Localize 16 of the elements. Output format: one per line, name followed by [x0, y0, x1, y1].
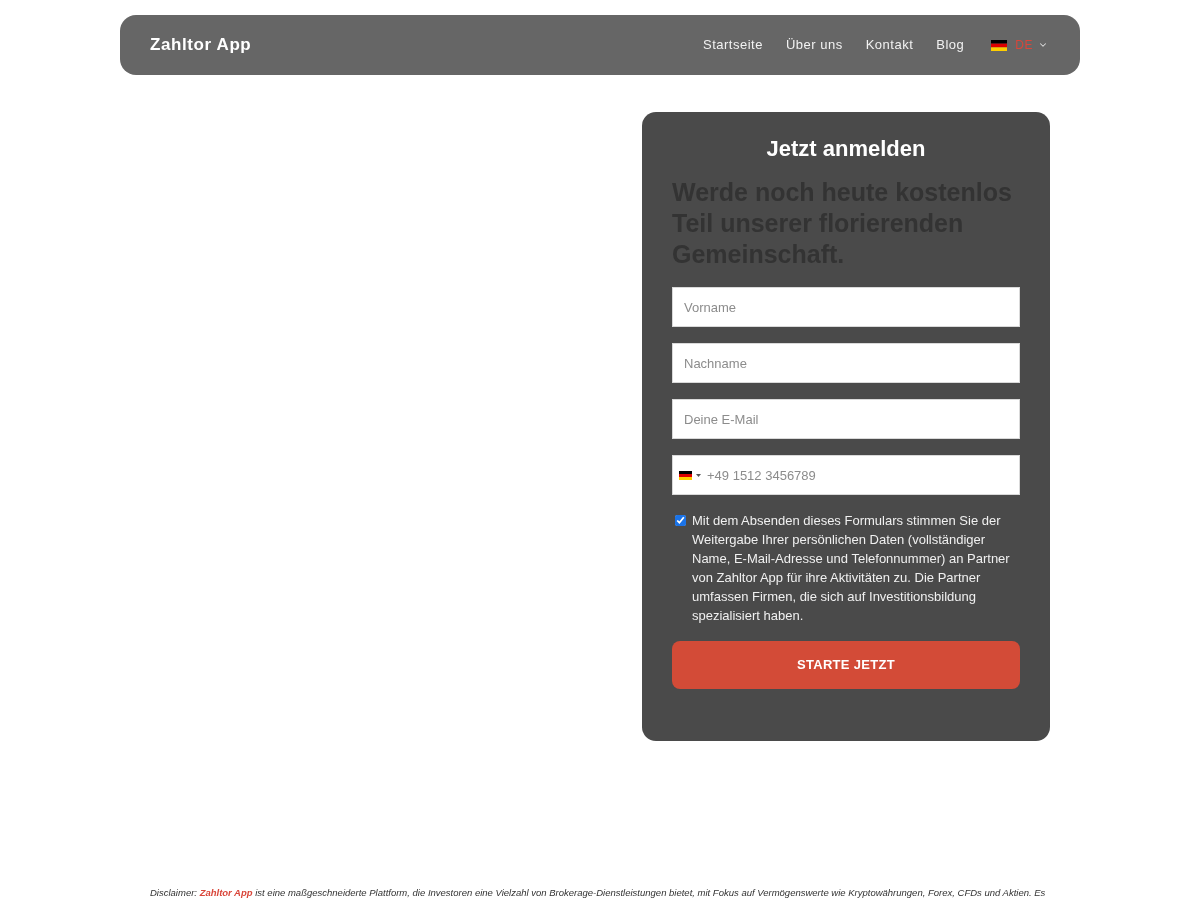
- nav-link[interactable]: Kontakt: [865, 35, 914, 55]
- text-field[interactable]: Vorname: [672, 287, 1020, 327]
- brand-logo[interactable]: Zahltor App: [150, 32, 252, 58]
- start-button[interactable]: STARTE JETZT: [672, 641, 1020, 689]
- consent-checkbox[interactable]: [675, 515, 686, 526]
- german-flag-icon: [991, 39, 1008, 51]
- disclaimer-text: Disclaimer: Zahltor App ist eine maßgeschneiderte Plattform, die Investoren eine Vielzahl von Brokerage-Dienstleistungen bietet, mit Fokus auf Vermögenswerte wie Kryptowährungen, Forex, CFDs und Aktien. Es: [150, 887, 1047, 899]
- chevron-down-icon: [1038, 40, 1048, 50]
- email-field[interactable]: Deine E-Mail: [672, 399, 1020, 439]
- brand-link[interactable]: Zahltor App: [199, 887, 253, 898]
- nav-link[interactable]: Blog: [936, 35, 965, 55]
- signup-title: Jetzt anmelden: [765, 135, 927, 163]
- nav-link[interactable]: Startseite: [703, 35, 763, 55]
- consent-text: Mit dem Absenden dieses Formulars stimmen Sie der Weitergabe Ihrer persönlichen Daten (vollständiger Name, E-Mail-Adresse und Telefonnummer) an Partner von Zahltor App für ihre Aktivitäten zu. Die Partner umfassen Firmen, die sich auf Investitionsbildung spezialisiert haben.: [692, 512, 1011, 625]
- text-field[interactable]: Nachname: [672, 343, 1020, 383]
- nav-link[interactable]: Über uns: [785, 35, 843, 55]
